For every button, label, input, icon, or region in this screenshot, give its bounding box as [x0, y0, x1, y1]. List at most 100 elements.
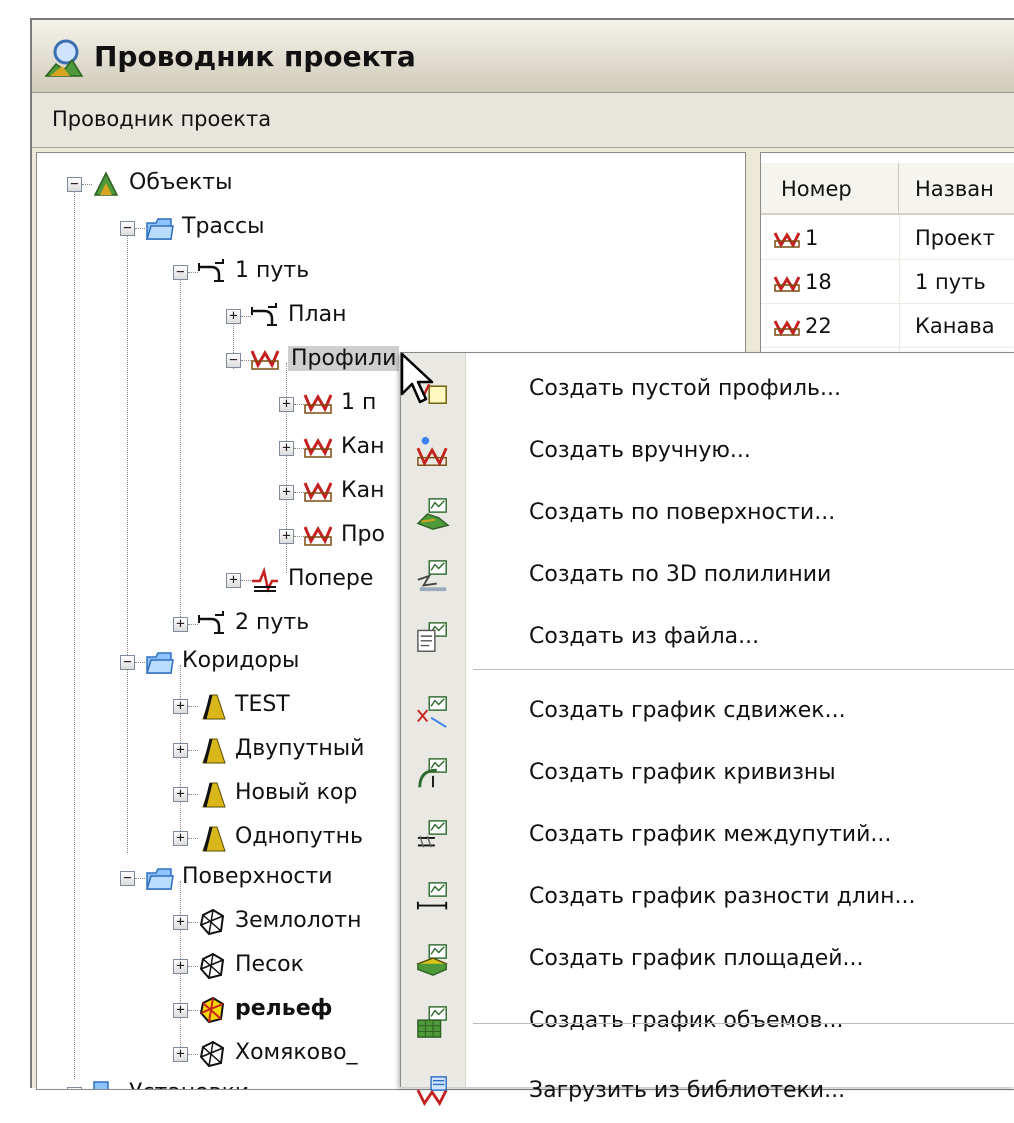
menu-item[interactable]: Создать пустой профиль...: [401, 359, 1014, 421]
tree-item-label: Новый кор: [235, 780, 358, 805]
list-row[interactable]: 18 1 путь: [761, 261, 1014, 303]
corridor-icon: [202, 738, 226, 764]
menu-item[interactable]: Создать по поверхности...: [401, 483, 1014, 545]
tree-item-label: 2 путь: [235, 610, 310, 635]
menu-item-label: Создать график кривизны: [529, 760, 836, 785]
menu-item-label: Создать график междупутий...: [529, 822, 892, 847]
row-separator: [761, 347, 1014, 348]
tree-expander[interactable]: +: [173, 1003, 188, 1018]
tree-item-label: 1 путь: [235, 258, 310, 283]
tree-guide: [180, 275, 181, 625]
tree-expander[interactable]: +: [173, 915, 188, 930]
tree-guide: [127, 233, 128, 853]
tree-item-label: Трассы: [182, 214, 265, 239]
project-explorer-icon: [44, 39, 84, 77]
window-title: Проводник проекта: [94, 40, 416, 73]
row-name: Проект: [915, 226, 995, 250]
volume-graph-icon: [417, 1006, 447, 1038]
tree-expander[interactable]: −: [120, 871, 135, 886]
curvature-graph-icon: [418, 758, 447, 788]
tree-expander[interactable]: +: [173, 617, 188, 632]
profile-icon: [303, 526, 333, 546]
tree-item-label: Поверхности: [182, 864, 333, 889]
tree-item-label: Однопутнь: [235, 824, 363, 849]
column-header-number[interactable]: Номер: [761, 163, 899, 215]
tree-item-label: Коридоры: [182, 648, 300, 673]
surface-icon: [199, 1040, 225, 1068]
menu-item[interactable]: Создать по 3D полилинии: [401, 545, 1014, 607]
tree-guide: [74, 189, 75, 1079]
alignment-icon: [198, 259, 224, 282]
surface-active-icon: [199, 996, 225, 1024]
tree-expander[interactable]: −: [226, 353, 241, 368]
row-number: 22: [805, 314, 832, 338]
length-difference-graph-icon: [416, 882, 448, 910]
profile-icon: [303, 482, 333, 502]
mouse-cursor-icon: [400, 352, 434, 404]
list-row[interactable]: 1 Проект: [761, 217, 1014, 259]
row-name: 1 путь: [915, 270, 986, 294]
tree-expander[interactable]: +: [279, 441, 294, 456]
tree-item-label: Хомяково_: [235, 1040, 358, 1065]
menu-item-label: Создать по 3D полилинии: [529, 562, 832, 587]
menu-item[interactable]: Создать из файла...: [401, 607, 1014, 669]
menu-item[interactable]: Создать график объемов...: [401, 991, 1014, 1053]
tree-item-label: Установки: [129, 1080, 249, 1089]
menu-item-label: Загрузить из библиотеки...: [529, 1078, 846, 1103]
menu-item-label: Создать график сдвижек...: [529, 698, 846, 723]
tree-expander[interactable]: +: [173, 1047, 188, 1062]
tree-expander[interactable]: +: [279, 397, 294, 412]
tree-item-label: Объекты: [129, 170, 233, 195]
tree-expander[interactable]: +: [226, 573, 241, 588]
load-from-library-icon: [416, 1076, 448, 1107]
tree-expander[interactable]: +: [173, 959, 188, 974]
menu-item[interactable]: Создать график разности длин...: [401, 867, 1014, 929]
profile-from-surface-icon: [416, 498, 450, 530]
tree-expander[interactable]: +: [279, 529, 294, 544]
profile-icon: [773, 232, 801, 249]
menu-item[interactable]: Создать график междупутий...: [401, 805, 1014, 867]
menu-item-label: Создать пустой профиль...: [529, 376, 841, 401]
corridor-icon: [202, 826, 226, 852]
create-manual-icon: [416, 436, 448, 467]
tree-expander[interactable]: +: [173, 743, 188, 758]
corridor-icon: [202, 782, 226, 808]
context-menu: Создать пустой профиль... Создать вручную…: [400, 352, 1014, 1107]
tree-item-label: Кан: [341, 478, 385, 503]
tree-expander[interactable]: −: [67, 177, 82, 192]
tree-expander[interactable]: +: [279, 485, 294, 500]
menu-item[interactable]: Создать график площадей...: [401, 929, 1014, 991]
tree-expander[interactable]: −: [173, 265, 188, 280]
list-row[interactable]: 22 Канава: [761, 305, 1014, 347]
tree-expander[interactable]: +: [173, 831, 188, 846]
tree-expander[interactable]: −: [120, 655, 135, 670]
tree-item-label: 1 п: [341, 390, 377, 415]
tree-item-label: Землолотн: [235, 908, 362, 933]
menu-item-label: Создать вручную...: [529, 438, 751, 463]
menu-item[interactable]: Создать график кривизны: [401, 743, 1014, 805]
menu-item[interactable]: Загрузить из библиотеки...: [401, 1061, 1014, 1123]
tree-expander[interactable]: −: [67, 1087, 82, 1089]
tree-expander[interactable]: +: [226, 309, 241, 324]
profile-icon: [303, 438, 333, 458]
menu-item-label: Создать по поверхности...: [529, 500, 836, 525]
profile-icon: [250, 350, 280, 370]
menu-item-label: Создать график разности длин...: [529, 884, 916, 909]
menu-item[interactable]: Создать вручную...: [401, 421, 1014, 483]
menu-separator: [473, 669, 1014, 670]
menu-item[interactable]: Создать график сдвижек...: [401, 681, 1014, 743]
menu-item-label: Создать из файла...: [529, 624, 760, 649]
tree-expander[interactable]: +: [173, 699, 188, 714]
title-bar[interactable]: Проводник проекта: [32, 20, 1014, 93]
profile-from-3d-polyline-icon: [417, 560, 447, 592]
tree-item-label: TEST: [235, 692, 290, 717]
tree-item-label: Профили: [288, 346, 400, 371]
tree-item-label: Кан: [341, 434, 385, 459]
tree-expander[interactable]: +: [173, 787, 188, 802]
column-header-name[interactable]: Назван: [899, 163, 1014, 215]
menu-item-label: Создать график площадей...: [529, 946, 864, 971]
tree-expander[interactable]: −: [120, 221, 135, 236]
shift-graph-icon: [417, 696, 447, 728]
profile-icon: [773, 320, 801, 337]
track-spacing-graph-icon: [417, 820, 447, 848]
